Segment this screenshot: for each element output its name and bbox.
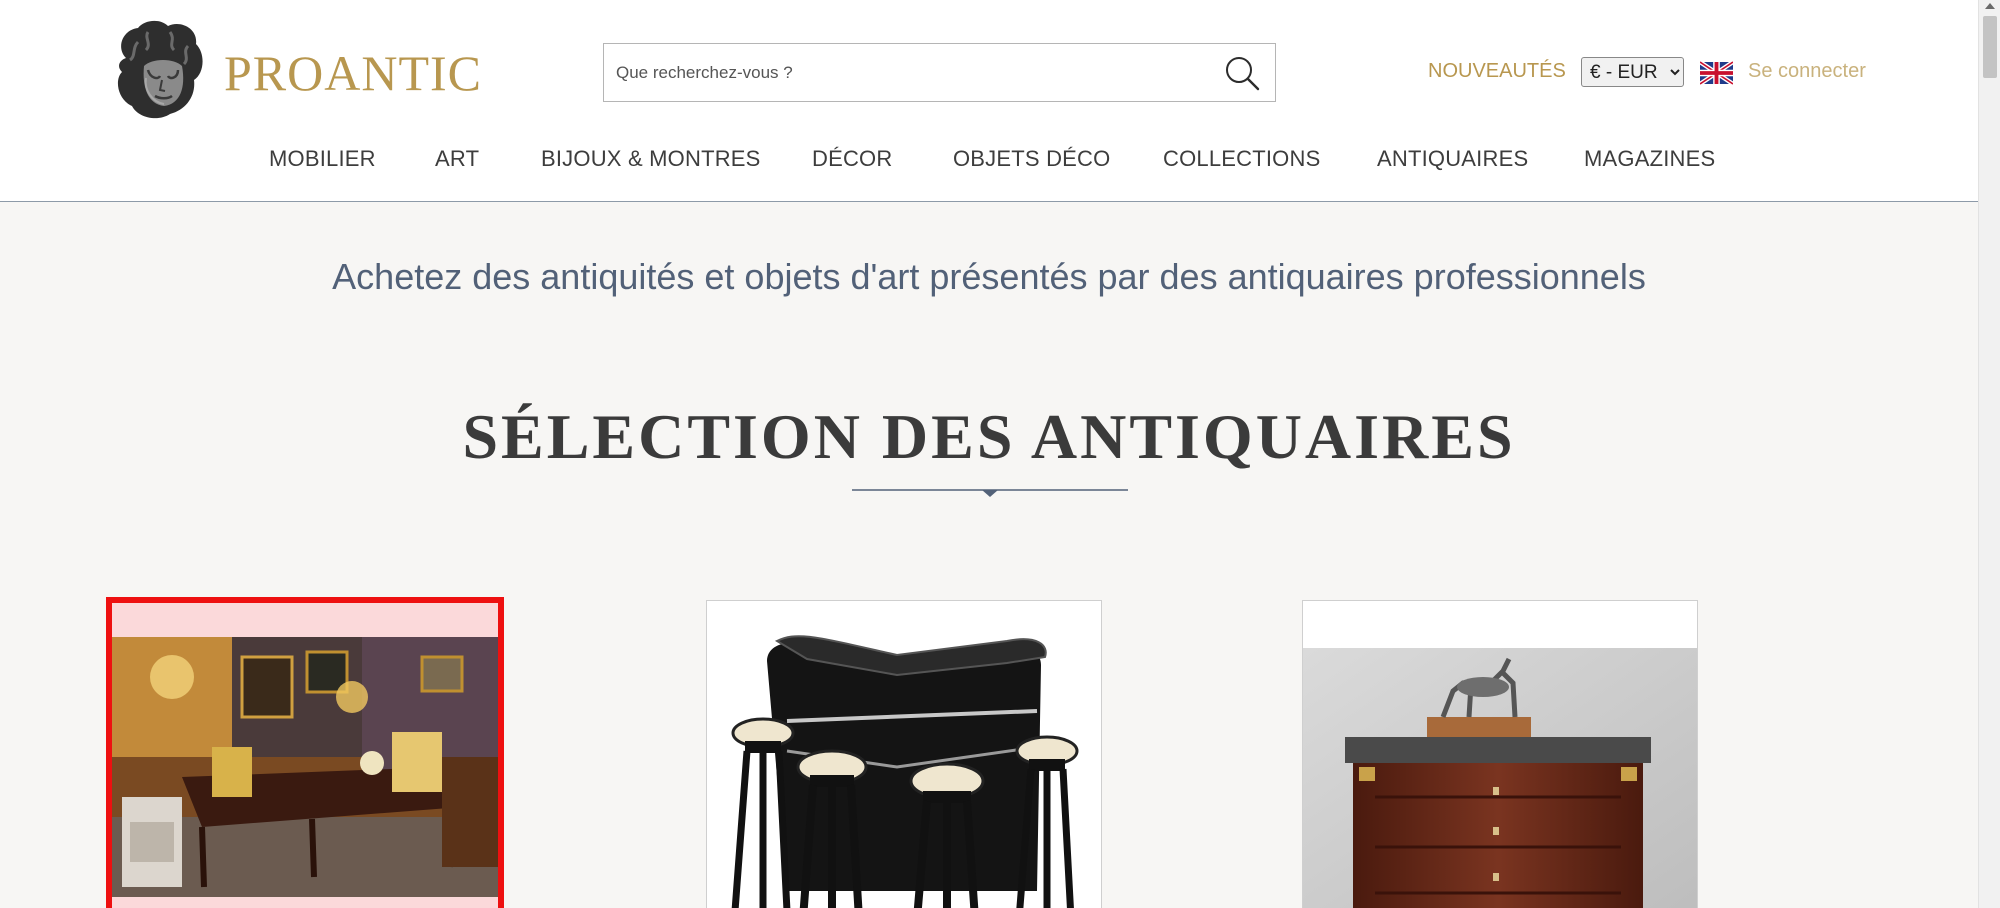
nav-item-decor[interactable]: DÉCOR [812,146,892,172]
nav-item-objets-deco[interactable]: OBJETS DÉCO [953,146,1110,172]
scroll-up-arrow-icon[interactable] [1985,3,1995,9]
search-icon[interactable] [1223,54,1261,92]
art-deco-bar-with-stools-image [707,601,1101,908]
antique-showroom-image [112,637,498,897]
title-divider [852,489,1128,497]
uk-flag-icon[interactable] [1700,61,1733,85]
dealer-card-3[interactable] [1302,600,1698,908]
brand-name[interactable]: PROANTIC [224,44,482,102]
nav-item-collections[interactable]: COLLECTIONS [1163,146,1320,172]
nav-item-antiquaires[interactable]: ANTIQUAIRES [1377,146,1528,172]
empire-commode-with-deer-sculpture-image [1303,601,1697,908]
search-input[interactable] [616,56,1206,90]
dealer-card-1[interactable] [106,597,504,908]
section-title: SÉLECTION DES ANTIQUAIRES [462,401,1516,472]
nav-item-art[interactable]: ART [435,146,479,172]
site-header: PROANTIC NOUVEAUTÉS € - EUR Se connecter… [0,0,1978,202]
page-scrollbar[interactable] [1978,0,2000,908]
currency-select[interactable]: € - EUR [1581,57,1684,87]
nav-item-bijoux-montres[interactable]: BIJOUX & MONTRES [541,146,761,172]
nouveautes-link[interactable]: NOUVEAUTÉS [1428,60,1566,83]
page-tagline: Achetez des antiquités et objets d'art p… [332,256,1646,297]
scrollbar-thumb[interactable] [1983,16,1997,78]
login-link[interactable]: Se connecter [1748,60,1866,83]
dealer-card-2[interactable] [706,600,1102,908]
search-bar [603,43,1276,102]
nav-item-magazines[interactable]: MAGAZINES [1584,146,1715,172]
nav-item-mobilier[interactable]: MOBILIER [269,146,376,172]
bar-stool [909,762,985,908]
bar-stool [796,749,868,908]
sculpture-head-logo-icon[interactable] [108,18,210,122]
